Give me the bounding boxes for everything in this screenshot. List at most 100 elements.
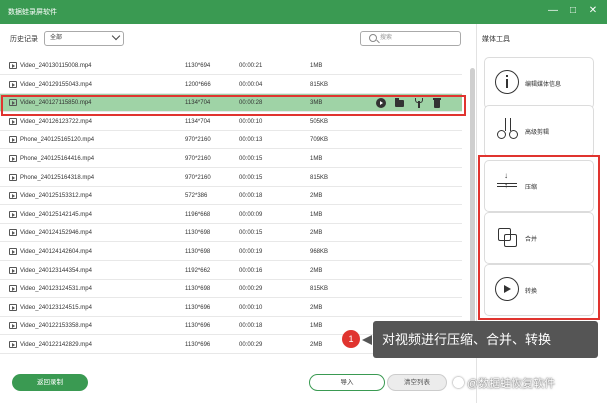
file-size: 2MB	[310, 267, 323, 274]
file-duration: 00:00:15	[239, 174, 263, 181]
file-size: 709KB	[310, 137, 329, 144]
history-label: 历史记录	[10, 36, 38, 43]
file-duration: 00:00:04	[239, 81, 263, 88]
file-resolution: 1200*666	[185, 81, 211, 88]
table-row[interactable]: Phone_240125165120.mp4 970*2160 00:00:13 70…	[0, 131, 462, 150]
clear-list-button[interactable]: 清空列表	[387, 374, 447, 391]
callout-number: 1	[342, 330, 360, 348]
file-resolution: 1196*668	[185, 211, 211, 218]
callout-pointer	[362, 335, 372, 345]
file-duration: 00:00:18	[239, 323, 263, 330]
selected-row-highlight	[1, 95, 466, 116]
close-button[interactable]: ✕	[586, 4, 600, 18]
file-size: 1MB	[310, 323, 323, 330]
video-file-icon	[9, 173, 17, 181]
table-row[interactable]: Video_240123124515.mp4 1130*696 00:00:10 2M…	[0, 299, 462, 317]
file-size: 2MB	[310, 304, 323, 311]
file-name: Video_240124152946.mp4	[20, 230, 92, 237]
table-row[interactable]: Video_240123124531.mp4 1130*698 00:00:29 81…	[0, 280, 462, 299]
video-file-icon	[9, 155, 17, 162]
scrollbar-thumb[interactable]	[470, 68, 475, 358]
tools-highlight	[478, 155, 600, 320]
table-row[interactable]: Video_240124152946.mp4 1130*698 00:00:15 2M…	[0, 224, 462, 243]
video-file-icon	[9, 229, 17, 237]
file-duration: 00:00:19	[239, 249, 263, 255]
minimize-button[interactable]: —	[546, 4, 560, 18]
file-size: 815KB	[310, 174, 329, 181]
file-name: Video_240130115008.mp4	[20, 63, 92, 69]
file-size: 1MB	[310, 211, 323, 218]
file-duration: 00:00:15	[239, 156, 263, 162]
file-resolution: 1192*662	[185, 267, 211, 274]
file-name: Video_240125153312.mp4	[20, 193, 92, 200]
video-file-icon	[9, 285, 17, 293]
file-duration: 00:00:16	[239, 267, 263, 274]
file-size: 968KB	[310, 249, 329, 255]
file-name: Video_240124142604.mp4	[20, 249, 92, 255]
file-name: Video_240122142829.mp4	[20, 342, 92, 348]
file-resolution: 970*2160	[185, 156, 211, 162]
file-size: 2MB	[310, 230, 323, 237]
video-file-icon	[9, 322, 17, 330]
file-size: 1MB	[310, 63, 323, 69]
table-row[interactable]: Video_240123144354.mp4 1192*662 00:00:16 2M…	[0, 262, 462, 280]
video-file-icon	[9, 117, 17, 125]
file-resolution: 970*2160	[185, 174, 211, 181]
file-name: Phone_240125164416.mp4	[20, 156, 95, 162]
video-file-icon	[9, 136, 17, 144]
file-name: Phone_240125164318.mp4	[20, 174, 95, 181]
search-placeholder: 搜索	[380, 35, 393, 41]
file-name: Phone_240125165120.mp4	[20, 137, 95, 144]
video-file-icon	[9, 266, 17, 274]
filter-select[interactable]: 全部	[44, 31, 124, 46]
tool-advanced-edit[interactable]: 高级剪辑	[484, 105, 594, 157]
file-resolution: 1130*698	[185, 249, 211, 255]
file-resolution: 1130*696	[185, 304, 211, 311]
table-row[interactable]: Video_240124142604.mp4 1130*698 00:00:19 96…	[0, 243, 462, 261]
watermark-text: @数据蛙恢复软件	[467, 378, 556, 390]
table-row[interactable]: Phone_240125164416.mp4 970*2160 00:00:15 1M…	[0, 150, 462, 168]
file-duration: 00:00:09	[239, 211, 263, 218]
file-duration: 00:00:15	[239, 230, 263, 237]
file-size: 2MB	[310, 342, 323, 348]
chevron-down-icon	[111, 31, 121, 41]
file-size: 1MB	[310, 156, 323, 162]
table-row[interactable]: Video_240125142145.mp4 1196*668 00:00:09 1M…	[0, 206, 462, 224]
video-file-icon	[9, 80, 17, 88]
search-input[interactable]: 搜索	[360, 31, 461, 46]
table-row[interactable]: Phone_240125164318.mp4 970*2160 00:00:15 81…	[0, 169, 462, 187]
file-duration: 00:00:29	[239, 286, 263, 293]
filter-value: 全部	[50, 35, 63, 41]
file-name: Video_240123144354.mp4	[20, 267, 92, 274]
file-resolution: 1130*694	[185, 63, 211, 69]
app-title: 数据蛙录屏软件	[8, 9, 57, 16]
import-button[interactable]: 导入	[309, 374, 385, 391]
video-file-icon	[9, 192, 17, 200]
file-name: Video_240129155043.mp4	[20, 81, 92, 88]
table-row[interactable]: Video_240130115008.mp4 1130*694 00:00:21 1M…	[0, 57, 462, 75]
video-file-icon	[9, 248, 17, 255]
media-tools-title: 媒体工具	[482, 36, 510, 43]
restore-button[interactable]: □	[566, 4, 580, 18]
back-to-record-button[interactable]: 返回录制	[12, 374, 88, 391]
file-name: Video_240123124531.mp4	[20, 286, 92, 293]
file-resolution: 572*386	[185, 193, 208, 200]
info-icon	[495, 70, 519, 94]
file-resolution: 970*2160	[185, 137, 211, 144]
table-row[interactable]: Video_240125153312.mp4 572*386 00:00:18 2MB	[0, 187, 462, 206]
table-row[interactable]: Video_240129155043.mp4 1200*666 00:00:04 81…	[0, 76, 462, 94]
file-duration: 00:00:29	[239, 342, 263, 348]
file-resolution: 1130*696	[185, 323, 211, 330]
file-duration: 00:00:13	[239, 137, 263, 144]
watermark: @数据蛙恢复软件	[453, 375, 555, 391]
file-name: Video_240125142145.mp4	[20, 211, 92, 218]
file-name: Video_240123124515.mp4	[20, 304, 92, 311]
video-file-icon	[9, 303, 17, 311]
file-size: 815KB	[310, 81, 329, 88]
file-duration: 00:00:18	[239, 193, 263, 200]
tool-edit-media-info[interactable]: 编辑媒体信息	[484, 57, 594, 109]
file-name: Video_240122153358.mp4	[20, 323, 92, 330]
video-file-icon	[9, 210, 17, 218]
file-size: 815KB	[310, 286, 329, 293]
tool-label: 高级剪辑	[525, 130, 550, 136]
